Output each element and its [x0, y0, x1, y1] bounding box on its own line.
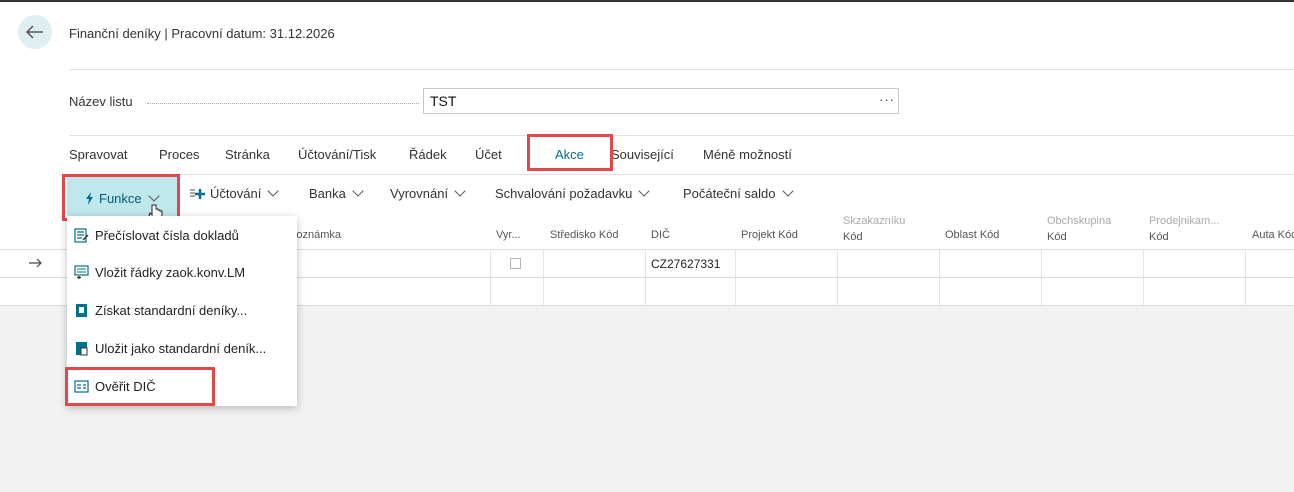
chevron-down-icon: [454, 185, 466, 197]
col-divider: [1245, 249, 1246, 305]
batch-name-label: Název listu: [69, 94, 133, 109]
col-obchskupina-line2[interactable]: Kód: [1047, 230, 1067, 244]
menu-label: Ověřit DIČ: [95, 379, 156, 394]
col-divider: [645, 249, 646, 305]
banka-action[interactable]: Banka: [309, 185, 364, 201]
row-checkbox[interactable]: [510, 258, 521, 269]
vyrovnani-action[interactable]: Vyrovnání: [390, 185, 466, 201]
divider: [69, 174, 1294, 175]
col-skzakazniku-line1[interactable]: Skzakazníku: [843, 214, 905, 228]
col-auta[interactable]: Auta Kód: [1252, 228, 1294, 242]
menu-item-renumber[interactable]: Přečíslovat čísla dokladů: [74, 228, 239, 243]
page-title: Finanční deníky | Pracovní datum: 31.12.…: [69, 26, 335, 41]
menu-label: Přečíslovat čísla dokladů: [95, 228, 239, 243]
uctovani-label: Účtování: [210, 186, 262, 201]
arrow-left-icon: [26, 25, 43, 39]
tab-less-options[interactable]: Méně možností: [703, 147, 792, 162]
funkce-dropdown-menu: Přečíslovat čísla dokladů Vložit řádky z…: [67, 216, 297, 406]
vyrovnani-label: Vyrovnání: [390, 186, 449, 201]
menu-label: Získat standardní deníky...: [95, 303, 248, 318]
pocatecni-saldo-action[interactable]: Počáteční saldo: [683, 185, 794, 201]
active-tab-indicator: [544, 168, 586, 170]
post-icon: [190, 188, 205, 199]
chevron-down-icon: [147, 189, 160, 202]
col-divider: [735, 249, 736, 305]
col-prodejnikam-line1[interactable]: Prodejnikam...: [1149, 214, 1219, 228]
batch-lookup-button[interactable]: ···: [879, 92, 895, 107]
cell-dic[interactable]: CZ27627331: [651, 257, 720, 271]
save-journal-icon: [76, 342, 88, 356]
tab-proces[interactable]: Proces: [159, 147, 199, 162]
col-divider: [490, 249, 491, 305]
menu-item-get-standard-journals[interactable]: Získat standardní deníky...: [74, 303, 247, 318]
tab-spravovat[interactable]: Spravovat: [69, 147, 128, 162]
col-projekt[interactable]: Projekt Kód: [741, 228, 798, 242]
menu-item-verify-vat[interactable]: Ověřit DIČ: [74, 379, 156, 394]
batch-name-input[interactable]: TST: [423, 88, 899, 114]
divider: [69, 69, 1294, 70]
verify-vat-icon: [74, 380, 89, 393]
menu-item-save-standard-journal[interactable]: Uložit jako standardní deník...: [74, 341, 266, 356]
tab-uctovani-tisk[interactable]: Účtování/Tisk: [298, 147, 376, 162]
col-obchskupina-line1[interactable]: Obchskupina: [1047, 214, 1111, 228]
chevron-down-icon: [352, 185, 364, 197]
chevron-down-icon: [638, 185, 650, 197]
pocatecni-label: Počáteční saldo: [683, 186, 776, 201]
label-dots: [147, 103, 419, 104]
tab-stranka[interactable]: Stránka: [225, 147, 270, 162]
get-journal-icon: [76, 304, 87, 317]
tab-ucet[interactable]: Účet: [475, 147, 502, 162]
tab-souvisejici[interactable]: Související: [611, 147, 674, 162]
col-divider: [1143, 249, 1144, 305]
col-stredisko[interactable]: Středisko Kód: [550, 228, 618, 242]
menu-label: Vložit řádky zaok.konv.LM: [95, 265, 246, 280]
col-dic[interactable]: DIČ: [651, 228, 670, 242]
col-skzakazniku-line2[interactable]: Kód: [843, 230, 863, 244]
funkce-label: Funkce: [99, 190, 142, 206]
uctovani-action[interactable]: Účtování: [189, 185, 279, 201]
renumber-icon: [74, 228, 89, 243]
divider: [69, 135, 1294, 136]
col-prodejnikam-line2[interactable]: Kód: [1149, 230, 1169, 244]
col-vyr[interactable]: Vyr...: [496, 228, 521, 242]
schvalovani-label: Schvalování požadavku: [495, 186, 633, 201]
back-button[interactable]: [18, 15, 52, 49]
col-oblast[interactable]: Oblast Kód: [945, 228, 999, 242]
banka-label: Banka: [309, 186, 346, 201]
row-pointer-icon: [29, 258, 42, 268]
lightning-icon: [86, 191, 93, 205]
col-divider: [543, 249, 544, 305]
col-divider: [1041, 249, 1042, 305]
chevron-down-icon: [781, 185, 794, 197]
chevron-down-icon: [267, 185, 279, 197]
col-divider: [837, 249, 838, 305]
schvalovani-action[interactable]: Schvalování požadavku: [495, 185, 650, 201]
tab-akce[interactable]: Akce: [555, 147, 584, 162]
col-divider: [939, 249, 940, 305]
menu-label: Uložit jako standardní deník...: [95, 341, 267, 356]
insert-lines-icon: [74, 265, 89, 279]
menu-item-insert-lines[interactable]: Vložit řádky zaok.konv.LM: [74, 265, 245, 280]
tab-radek[interactable]: Řádek: [409, 147, 447, 162]
